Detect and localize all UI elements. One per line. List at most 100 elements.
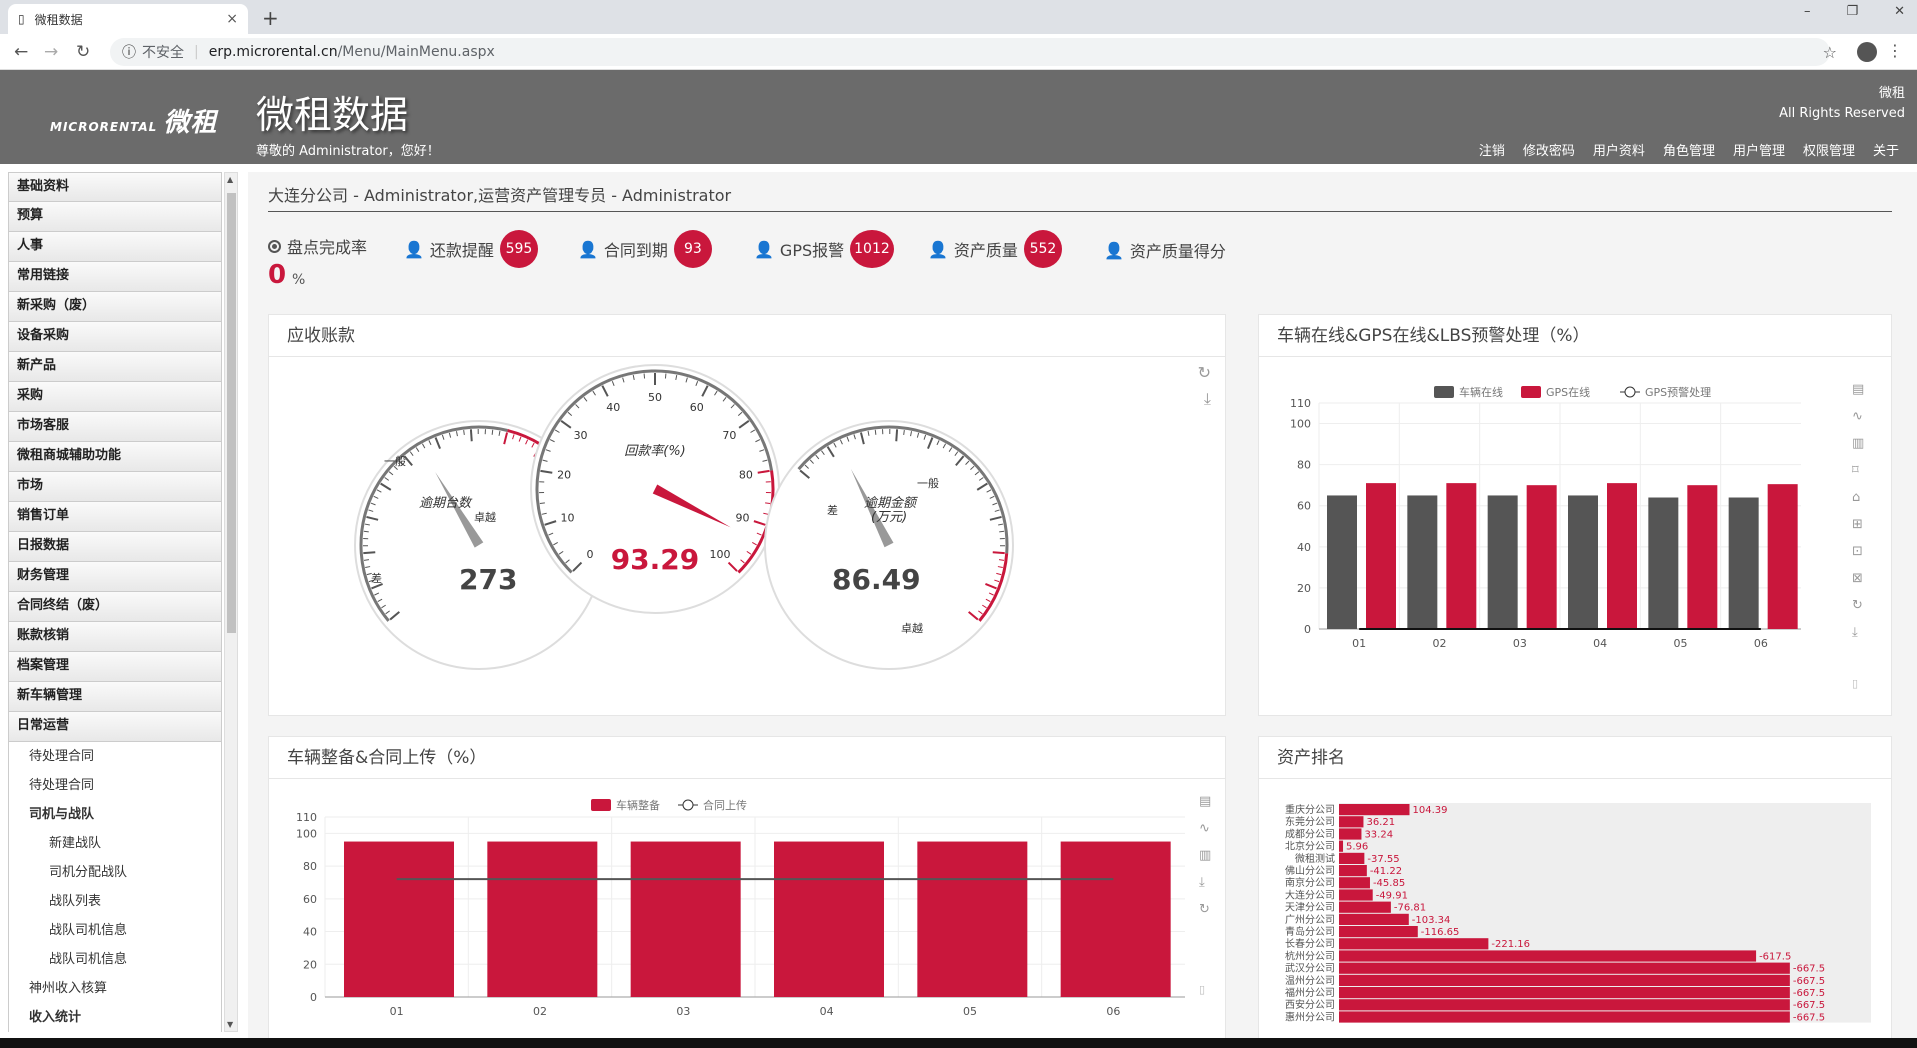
scroll-up-icon[interactable]: ▲ bbox=[227, 175, 233, 184]
nav-about[interactable]: 关于 bbox=[1873, 140, 1899, 159]
sidebar-subitem[interactable]: 收入统计 bbox=[9, 1003, 221, 1032]
sidebar-subitem[interactable]: 司机分配战队 bbox=[9, 858, 221, 887]
browser-tab[interactable]: ▯ 微租数据 × bbox=[8, 4, 248, 34]
toolbar-icon[interactable]: ▥ bbox=[1852, 436, 1864, 451]
sidebar-scrollbar[interactable]: ▲ ▼ bbox=[224, 172, 238, 1032]
sidebar-item[interactable]: 基础资料 bbox=[8, 172, 222, 202]
info-icon[interactable]: ⓘ bbox=[122, 42, 136, 62]
bar bbox=[1728, 497, 1759, 629]
toolbar-icon[interactable]: ⊡ bbox=[1852, 544, 1863, 559]
sidebar-item[interactable]: 常用链接 bbox=[8, 262, 222, 292]
gauge-right-value: 86.49 bbox=[832, 563, 921, 596]
nav-permission-management[interactable]: 权限管理 bbox=[1803, 140, 1855, 159]
kpi-contract-badge: 93 bbox=[673, 230, 712, 268]
sidebar-subitem[interactable]: 待处理合同 bbox=[9, 742, 221, 771]
site-header: MICRORENTAL 微租 微租数据 尊敬的 Administrator，您好！… bbox=[0, 70, 1917, 164]
site-logo[interactable]: MICRORENTAL 微租 bbox=[50, 102, 217, 139]
nav-user-management[interactable]: 用户管理 bbox=[1733, 140, 1785, 159]
ranking-category: 南京分公司 bbox=[1285, 876, 1335, 889]
toolbar-icon[interactable]: ⌂ bbox=[1852, 490, 1860, 505]
reload-button[interactable]: ↻ bbox=[76, 42, 90, 62]
restore-button[interactable]: ❐ bbox=[1846, 4, 1858, 19]
ranking-category: 武汉分公司 bbox=[1285, 962, 1335, 975]
kpi-contract-label: 合同到期 bbox=[603, 241, 668, 260]
nav-role-management[interactable]: 角色管理 bbox=[1663, 140, 1715, 159]
close-window-button[interactable]: ✕ bbox=[1894, 4, 1905, 19]
back-button[interactable]: ← bbox=[14, 42, 28, 62]
scroll-thumb[interactable] bbox=[227, 193, 236, 633]
new-tab-button[interactable]: + bbox=[262, 6, 279, 30]
sidebar-subitem[interactable]: 司机与战队 bbox=[9, 800, 221, 829]
toolbar-icon[interactable]: ⊞ bbox=[1852, 517, 1863, 532]
toolbar-icon[interactable]: ∿ bbox=[1852, 409, 1863, 424]
sidebar-subitem[interactable]: 神州收入核算 bbox=[9, 974, 221, 1003]
kpi-score[interactable]: 👤 资产质量得分 bbox=[1104, 238, 1226, 262]
sidebar-item[interactable]: 日报数据 bbox=[8, 532, 222, 562]
sidebar-item[interactable]: 合同终结（废） bbox=[8, 592, 222, 622]
legend-swatch bbox=[1434, 386, 1454, 398]
sidebar-item[interactable]: 采购 bbox=[8, 382, 222, 412]
sidebar-submenu: 待处理合同 待处理合同 司机与战队 新建战队 司机分配战队 战队列表 战队司机信息 战队司机信… bbox=[8, 742, 222, 1032]
sidebar-item[interactable]: 设备采购 bbox=[8, 322, 222, 352]
sidebar-item[interactable]: 预算 bbox=[8, 202, 222, 232]
sidebar-item[interactable]: 新采购（废） bbox=[8, 292, 222, 322]
gauge-center-tick: 20 bbox=[557, 469, 571, 482]
inventory-radio[interactable] bbox=[268, 239, 281, 253]
kpi-repay[interactable]: 👤 还款提醒 595 bbox=[404, 230, 538, 268]
account-avatar-icon[interactable] bbox=[1857, 42, 1877, 62]
tab-close-icon[interactable]: × bbox=[226, 11, 238, 27]
toolbar-icon[interactable]: ⤓ bbox=[1852, 625, 1858, 640]
sidebar-item[interactable]: 新产品 bbox=[8, 352, 222, 382]
toolbar-icon[interactable]: ▤ bbox=[1199, 794, 1211, 809]
browser-menu-icon[interactable]: ⋮ bbox=[1887, 41, 1903, 60]
gauge-left-mid: 一般 bbox=[384, 455, 406, 468]
ranking-category: 温州分公司 bbox=[1285, 975, 1335, 987]
sidebar-item[interactable]: 账款核销 bbox=[8, 622, 222, 652]
url-bar[interactable]: ⓘ 不安全 | erp.microrental.cn /Menu/MainMen… bbox=[110, 38, 1830, 66]
toolbar-icon[interactable]: ▥ bbox=[1199, 848, 1211, 863]
gauge-center-tick: 90 bbox=[735, 511, 749, 524]
ranking-value-label: -45.85 bbox=[1373, 878, 1405, 889]
bar bbox=[917, 841, 1028, 997]
y-tick-label: 100 bbox=[296, 827, 317, 840]
toolbar-icon[interactable]: ⊠ bbox=[1852, 571, 1863, 586]
sidebar-subitem[interactable]: 战队司机信息 bbox=[9, 916, 221, 945]
gauge-left-high: 卓越 bbox=[474, 510, 496, 524]
toolbar-icon[interactable]: ↻ bbox=[1199, 902, 1210, 917]
sidebar-item[interactable]: 新车辆管理 bbox=[8, 682, 222, 712]
sidebar-item[interactable]: 销售订单 bbox=[8, 502, 222, 532]
sidebar-subitem[interactable]: 新建战队 bbox=[9, 829, 221, 858]
toolbar-icon[interactable]: ∿ bbox=[1199, 821, 1210, 836]
nav-logout[interactable]: 注销 bbox=[1479, 140, 1505, 159]
ranking-category: 佛山分公司 bbox=[1285, 864, 1335, 877]
sidebar-item[interactable]: 财务管理 bbox=[8, 562, 222, 592]
scroll-down-icon[interactable]: ▼ bbox=[227, 1020, 233, 1029]
minimize-button[interactable]: – bbox=[1804, 4, 1811, 19]
kpi-quality[interactable]: 👤 资产质量 552 bbox=[928, 230, 1062, 268]
sidebar-subitem[interactable]: 待处理合同 bbox=[9, 771, 221, 800]
ranking-category: 大连分公司 bbox=[1285, 888, 1335, 901]
sidebar-item[interactable]: 人事 bbox=[8, 232, 222, 262]
sidebar-item[interactable]: 微租商城辅助功能 bbox=[8, 442, 222, 472]
sidebar-subitem[interactable]: 战队列表 bbox=[9, 887, 221, 916]
kpi-gps[interactable]: 👤 GPS报警 1012 bbox=[754, 230, 894, 268]
ranking-value-label: 5.96 bbox=[1346, 842, 1368, 853]
toolbar-icon[interactable]: ↻ bbox=[1852, 598, 1863, 613]
bookmark-star-icon[interactable]: ☆ bbox=[1823, 43, 1837, 62]
gauge-center-tick: 50 bbox=[648, 391, 662, 404]
toolbar-icon[interactable]: ▤ bbox=[1852, 382, 1864, 397]
sidebar-subitem[interactable]: 战队司机信息 bbox=[9, 945, 221, 974]
sidebar-item[interactable]: 日常运营 bbox=[8, 712, 222, 742]
nav-user-profile[interactable]: 用户资料 bbox=[1593, 140, 1645, 159]
sidebar-item[interactable]: 市场 bbox=[8, 472, 222, 502]
ranking-bar bbox=[1339, 852, 1365, 864]
kpi-contract[interactable]: 👤 合同到期 93 bbox=[578, 230, 712, 268]
toolbar-icon[interactable]: ⤓ bbox=[1199, 875, 1205, 890]
nav-change-password[interactable]: 修改密码 bbox=[1523, 140, 1575, 159]
forward-button[interactable]: → bbox=[44, 42, 58, 62]
sidebar-item[interactable]: 档案管理 bbox=[8, 652, 222, 682]
gauge-center: 0 10 20 30 40 50 60 70 80 90 100 回款率(%) 93.29 bbox=[530, 364, 780, 614]
sidebar-item[interactable]: 市场客服 bbox=[8, 412, 222, 442]
welcome-text: 尊敬的 Administrator，您好！ bbox=[256, 144, 440, 159]
toolbar-icon[interactable]: ⌑ bbox=[1852, 463, 1859, 478]
